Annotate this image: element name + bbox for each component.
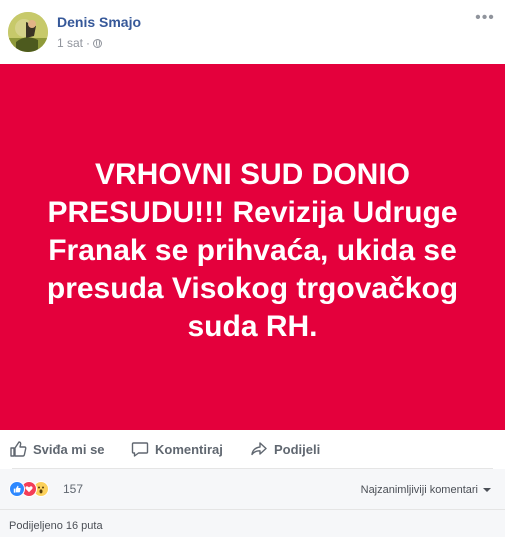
reaction-count[interactable]: 157	[63, 482, 83, 496]
comment-sort-dropdown[interactable]: Najzanimljiviji komentari	[361, 484, 491, 496]
post-content-panel: VRHOVNI SUD DONIO PRESUDU!!! Revizija Ud…	[0, 64, 505, 430]
avatar-image	[8, 12, 48, 52]
comment-sort-label: Najzanimljiviji komentari	[360, 484, 478, 496]
share-button[interactable]: Podijeli	[250, 439, 320, 459]
meta-separator: ·	[86, 36, 91, 50]
action-bar: Sviđa mi se Komentiraj Podijeli	[0, 430, 505, 468]
post-meta: 1 sat ·	[57, 36, 103, 50]
share-label: Podijeli	[274, 441, 321, 457]
globe-icon	[93, 39, 103, 48]
post-card: Denis Smajo 1 sat · ••• VRHOVNI SUD DONIO…	[0, 0, 505, 537]
like-icon	[9, 481, 25, 497]
comment-button[interactable]: Komentiraj	[131, 439, 223, 459]
caret-down-icon	[483, 488, 491, 492]
reactions-row: 157 Najzanimljiviji komentari	[0, 469, 505, 509]
comment-label: Komentiraj	[155, 441, 223, 457]
like-button[interactable]: Sviđa mi se	[9, 439, 105, 459]
post-time[interactable]: 1 sat	[57, 36, 83, 50]
comment-icon	[131, 442, 149, 457]
share-count-link[interactable]: Podijeljeno 16 puta	[9, 520, 103, 532]
post-text: VRHOVNI SUD DONIO PRESUDU!!! Revizija Ud…	[46, 158, 459, 343]
avatar[interactable]	[8, 12, 48, 52]
share-arrow-icon	[251, 442, 267, 456]
post-header: Denis Smajo 1 sat · •••	[0, 0, 505, 64]
author-name[interactable]: Denis Smajo	[57, 14, 141, 30]
more-options-button[interactable]: •••	[475, 10, 495, 26]
like-label: Sviđa mi se	[33, 441, 105, 457]
thumbs-up-icon	[10, 441, 27, 457]
shares-row: Podijeljeno 16 puta	[0, 510, 505, 537]
